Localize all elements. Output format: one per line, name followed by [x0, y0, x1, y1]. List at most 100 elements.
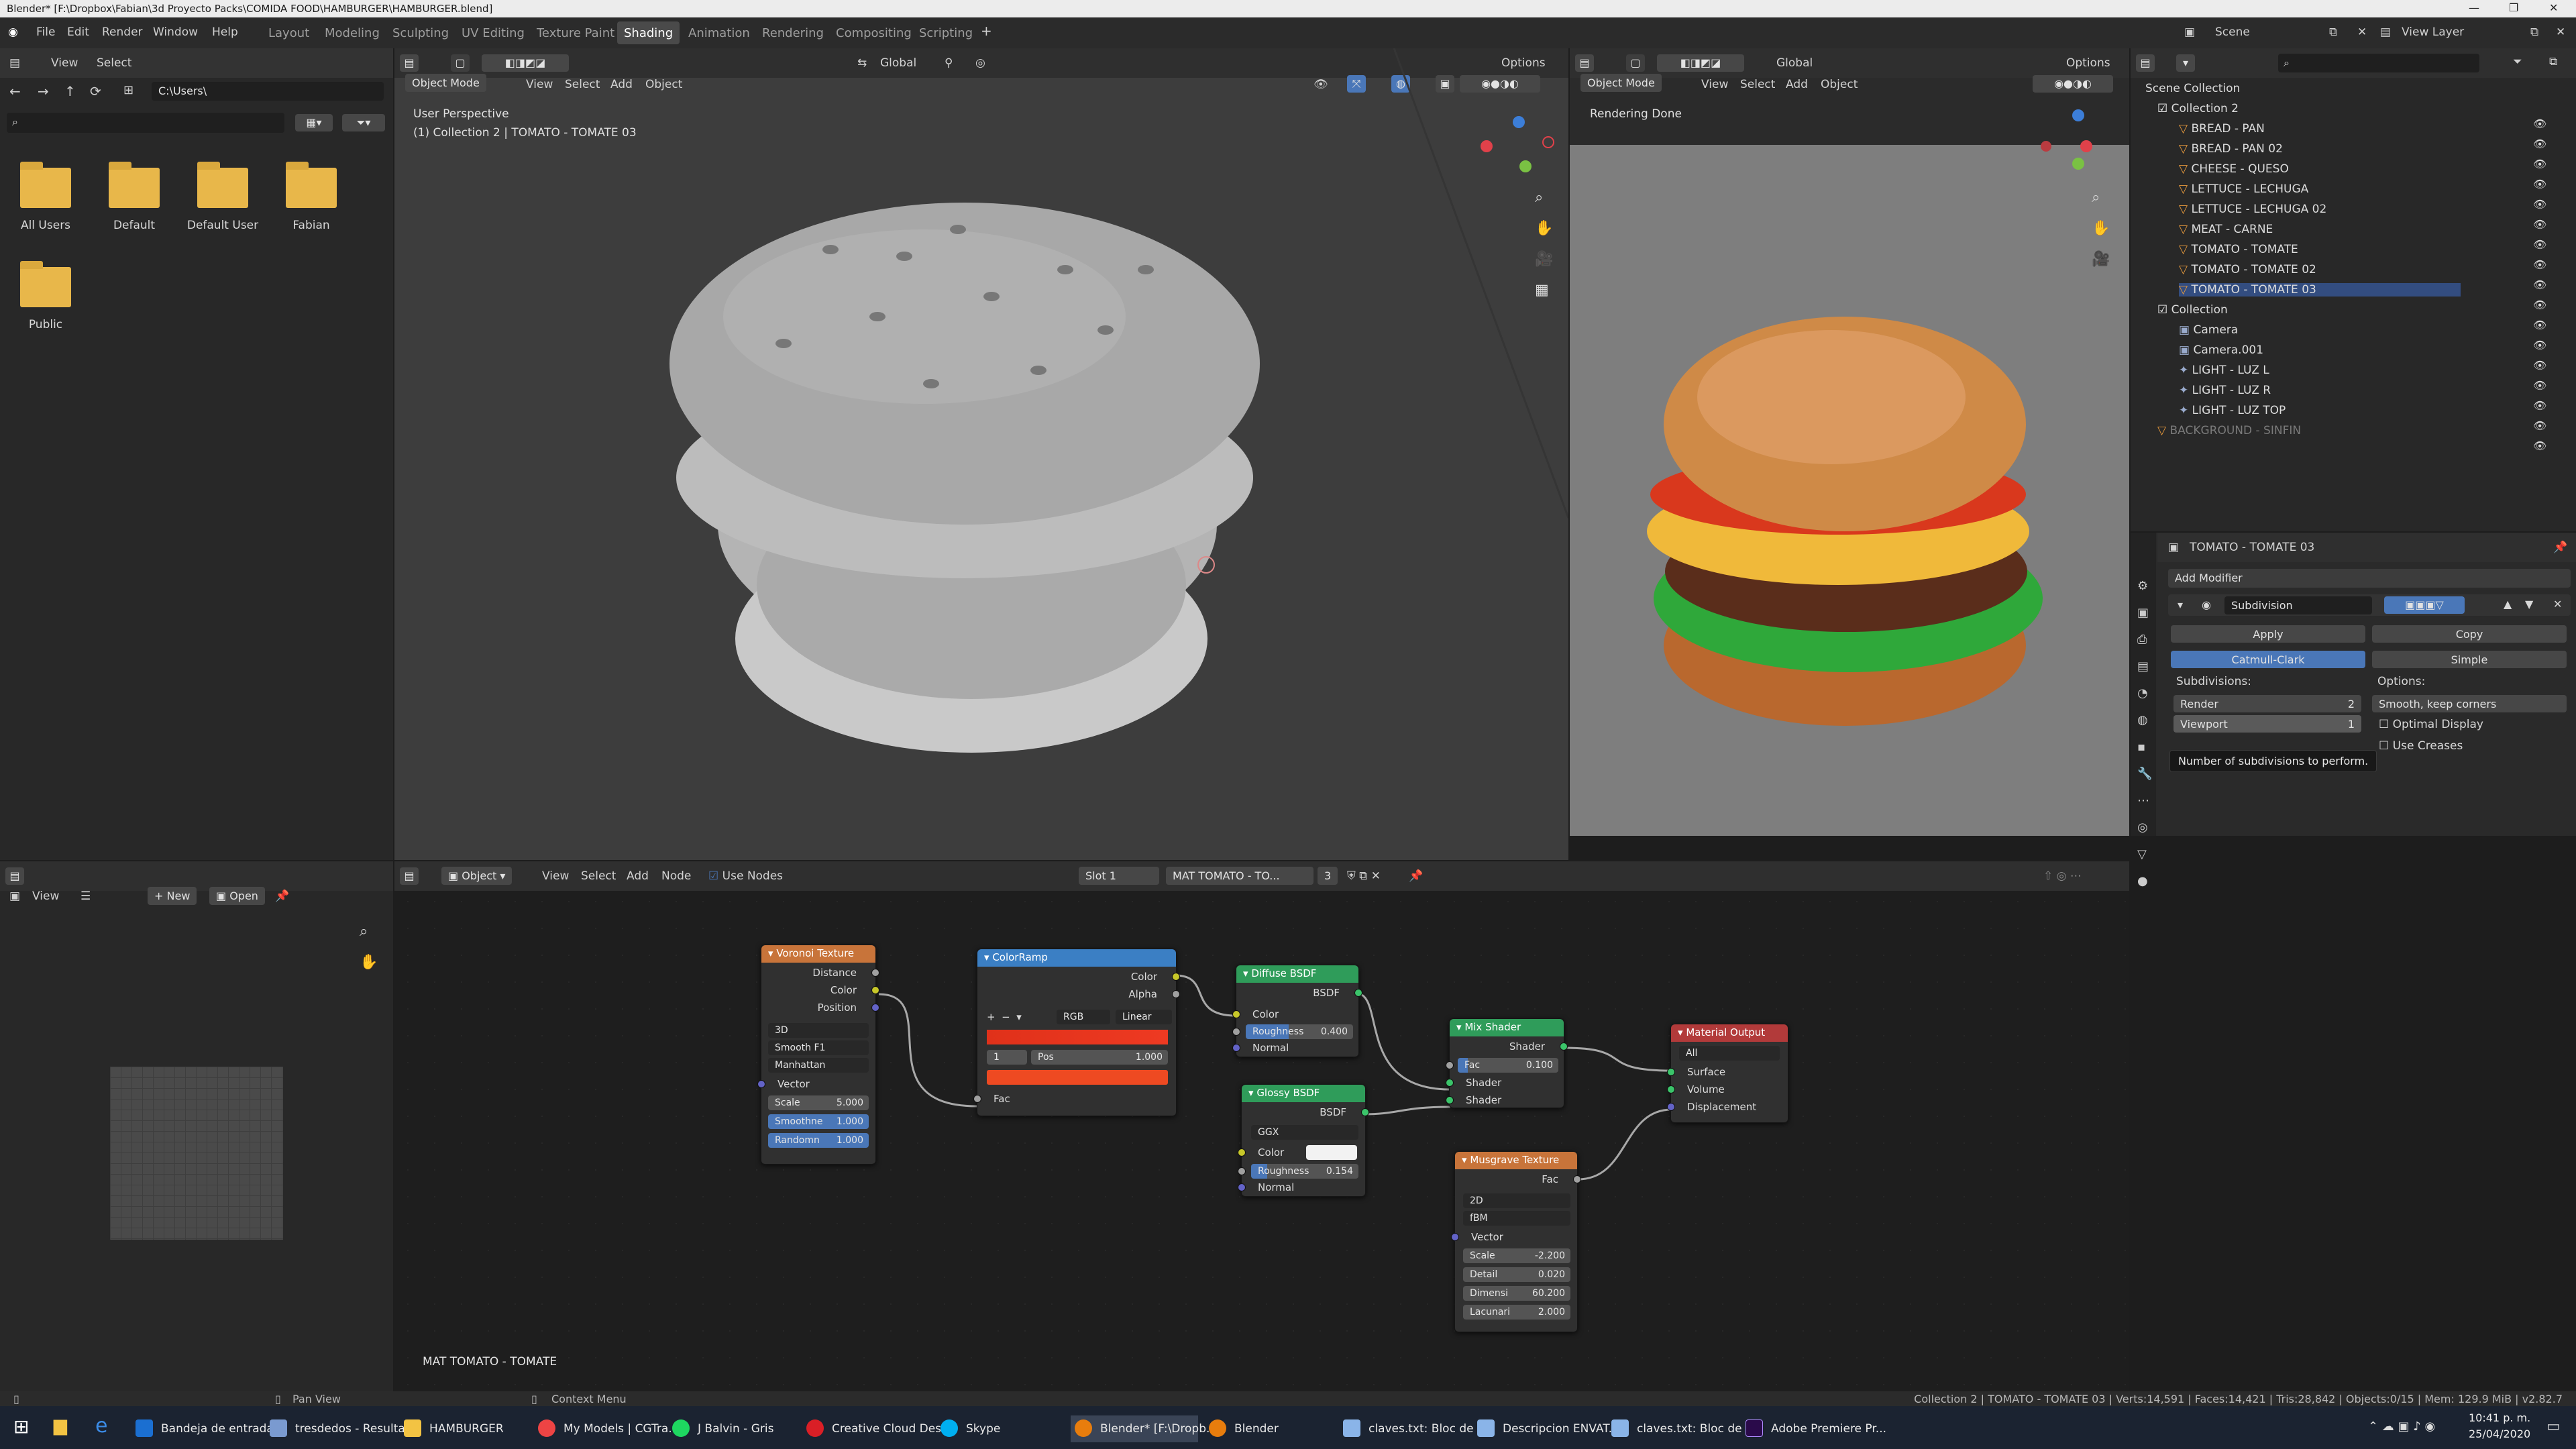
musgrave-type-dropdown[interactable]: fBM: [1463, 1211, 1570, 1226]
collapse-icon[interactable]: ▾: [2178, 598, 2183, 611]
add-workspace-icon[interactable]: +: [981, 23, 992, 39]
file-view-menu[interactable]: View: [51, 56, 78, 70]
tab-modeling[interactable]: Modeling: [318, 21, 386, 44]
move-up-icon[interactable]: ▲: [2504, 598, 2512, 610]
socket-icon[interactable]: [1446, 1096, 1454, 1104]
outliner-item[interactable]: ▽ BREAD - PAN: [2179, 122, 2265, 136]
diffuse-node[interactable]: ▾ Diffuse BSDF BSDF Color Roughness 0.400…: [1232, 965, 1362, 1057]
blender-logo-icon[interactable]: ◉: [8, 25, 18, 39]
path-field[interactable]: C:\Users\: [152, 82, 384, 101]
taskbar-item[interactable]: Bandeja de entrada...: [131, 1415, 284, 1442]
menu-help[interactable]: Help: [212, 25, 238, 39]
outliner-item[interactable]: ▽ CHEESE - QUESO: [2179, 162, 2289, 176]
taskbar-item[interactable]: My Models | CGTra...: [534, 1415, 680, 1442]
tab-compositing[interactable]: Compositing: [829, 21, 918, 44]
display-mode-icon[interactable]: ▾: [2176, 54, 2195, 72]
render-viewport[interactable]: ▤ ▢ ◧◨◩◪ Global Options Object Mode View…: [1570, 48, 2129, 836]
taskbar-item[interactable]: claves.txt: Bloc de n...: [1607, 1415, 1764, 1442]
close-button[interactable]: ✕: [2549, 1, 2558, 14]
tab-uv-editing[interactable]: UV Editing: [455, 21, 531, 44]
simple-button[interactable]: Simple: [2372, 651, 2567, 668]
file-select-menu[interactable]: Select: [97, 56, 131, 70]
back-icon[interactable]: ←: [9, 83, 21, 99]
socket-icon[interactable]: [871, 986, 879, 994]
scene-name[interactable]: Scene: [2215, 25, 2250, 39]
camera-view-icon[interactable]: 🎥: [1535, 251, 1553, 268]
folder-icon[interactable]: [20, 261, 71, 307]
tab-texture-paint[interactable]: Texture Paint: [530, 21, 621, 44]
outliner-item[interactable]: ▽ BREAD - PAN 02: [2179, 142, 2283, 156]
edge-icon[interactable]: e: [95, 1414, 107, 1438]
collection[interactable]: ☑ Collection: [2157, 303, 2228, 317]
modifier-toggle-icons[interactable]: ▣▣▣▽: [2384, 596, 2465, 614]
socket-icon[interactable]: [973, 1095, 981, 1103]
socket-icon[interactable]: [1172, 990, 1180, 998]
maximize-button[interactable]: ❐: [2509, 1, 2518, 14]
tab-rendering[interactable]: Rendering: [755, 21, 830, 44]
menu-file[interactable]: File: [36, 25, 55, 39]
open-image-button[interactable]: ▣ Open: [209, 887, 265, 905]
filter-icon[interactable]: ⏷▾: [342, 114, 385, 131]
glossy-node[interactable]: ▾ Glossy BSDF BSDF GGX Color Roughness 0.…: [1238, 1084, 1369, 1197]
taskbar-item[interactable]: Adobe Premiere Pr...: [1741, 1415, 1886, 1442]
notification-icon[interactable]: ▭: [2546, 1418, 2561, 1435]
color-ramp-gradient[interactable]: [987, 1030, 1168, 1044]
outliner-item[interactable]: ▽ MEAT - CARNE: [2179, 223, 2273, 236]
socket-icon[interactable]: [1354, 989, 1362, 997]
pin-icon[interactable]: 📌: [275, 890, 289, 903]
use-creases-checkbox[interactable]: ☐ Use Creases: [2379, 739, 2463, 753]
colorramp-index-field[interactable]: 1: [987, 1050, 1027, 1065]
musgrave-dimension-field[interactable]: Dimensi 60.200: [1463, 1286, 1570, 1301]
render-levels-field[interactable]: Render 2: [2174, 695, 2361, 712]
material-output-node[interactable]: ▾ Material Output All Surface Volume Dis…: [1667, 1024, 1788, 1123]
socket-icon[interactable]: [1172, 973, 1180, 981]
pan-icon[interactable]: ✋: [360, 954, 378, 971]
diffuse-roughness-field[interactable]: Roughness 0.400: [1246, 1024, 1353, 1039]
menu-render[interactable]: Render: [102, 25, 143, 39]
voronoi-randomness-field[interactable]: Randomn 1.000: [768, 1133, 869, 1148]
taskbar-item[interactable]: HAMBURGER: [400, 1415, 504, 1442]
folder-icon[interactable]: [20, 162, 71, 208]
editor-type-icon[interactable]: ▤: [9, 56, 20, 70]
file-search-input[interactable]: ⌕: [7, 113, 284, 133]
zoom-icon[interactable]: ⌕: [2092, 189, 2100, 206]
tab-layout[interactable]: Layout: [262, 21, 316, 44]
outliner-item[interactable]: ▽ TOMATO - TOMATE: [2179, 243, 2298, 256]
outliner-item[interactable]: ▽ LETTUCE - LECHUGA 02: [2179, 203, 2326, 216]
taskbar-item[interactable]: Skype: [936, 1415, 1000, 1442]
add-modifier-button[interactable]: Add Modifier: [2168, 569, 2571, 588]
tab-scripting[interactable]: Scripting: [912, 21, 979, 44]
socket-icon[interactable]: [757, 1080, 765, 1088]
colorramp-node[interactable]: ▾ ColorRamp Color Alpha + − ▾ RGB Linear…: [973, 949, 1180, 1116]
taskbar-item[interactable]: Blender: [1205, 1415, 1279, 1442]
tab-sculpting[interactable]: Sculpting: [386, 21, 455, 44]
socket-icon[interactable]: [1238, 1167, 1246, 1175]
uv-grid[interactable]: [110, 1067, 283, 1240]
new-folder-icon[interactable]: ⊞: [123, 83, 133, 97]
mix-shader-node[interactable]: ▾ Mix Shader Shader Fac 0.100 Shader Shad…: [1446, 1018, 1568, 1108]
clock-date[interactable]: 25/04/2020: [2469, 1428, 2530, 1440]
glossy-roughness-field[interactable]: Roughness 0.154: [1251, 1164, 1358, 1179]
taskbar-item[interactable]: J Balvin - Gris: [668, 1415, 773, 1442]
outliner-item[interactable]: ▽ LETTUCE - LECHUGA: [2179, 182, 2308, 196]
axis-gizmo-z[interactable]: [1513, 116, 1525, 128]
file-explorer-icon[interactable]: ▆: [54, 1415, 67, 1436]
menu-edit[interactable]: Edit: [67, 25, 89, 39]
socket-icon[interactable]: [1446, 1061, 1454, 1069]
taskbar-item[interactable]: tresdedos - Resulta...: [266, 1415, 416, 1442]
socket-icon[interactable]: [1560, 1042, 1568, 1051]
perspective-toggle-icon[interactable]: ▦: [1535, 282, 1549, 299]
outliner-search[interactable]: ⌕: [2278, 54, 2479, 72]
scene-collection[interactable]: Scene Collection: [2145, 82, 2240, 95]
parent-dir-icon[interactable]: ↑: [64, 83, 76, 99]
remove-modifier-icon[interactable]: ✕: [2553, 598, 2562, 610]
editor-type-icon[interactable]: ▤: [5, 867, 24, 885]
voronoi-dims-dropdown[interactable]: 3D: [768, 1023, 869, 1038]
socket-icon[interactable]: [1667, 1103, 1675, 1111]
outliner-item[interactable]: ▽ TOMATO - TOMATE 02: [2179, 263, 2316, 276]
filter-icon[interactable]: ⏷: [2513, 55, 2522, 68]
node-editor[interactable]: ▤ ▣ Object ▾ View Select Add Node ☑ Use …: [394, 861, 2129, 1391]
pan-icon[interactable]: ✋: [1535, 220, 1553, 237]
zoom-icon[interactable]: ⌕: [360, 923, 368, 940]
voronoi-scale-field[interactable]: Scale 5.000: [768, 1095, 869, 1110]
